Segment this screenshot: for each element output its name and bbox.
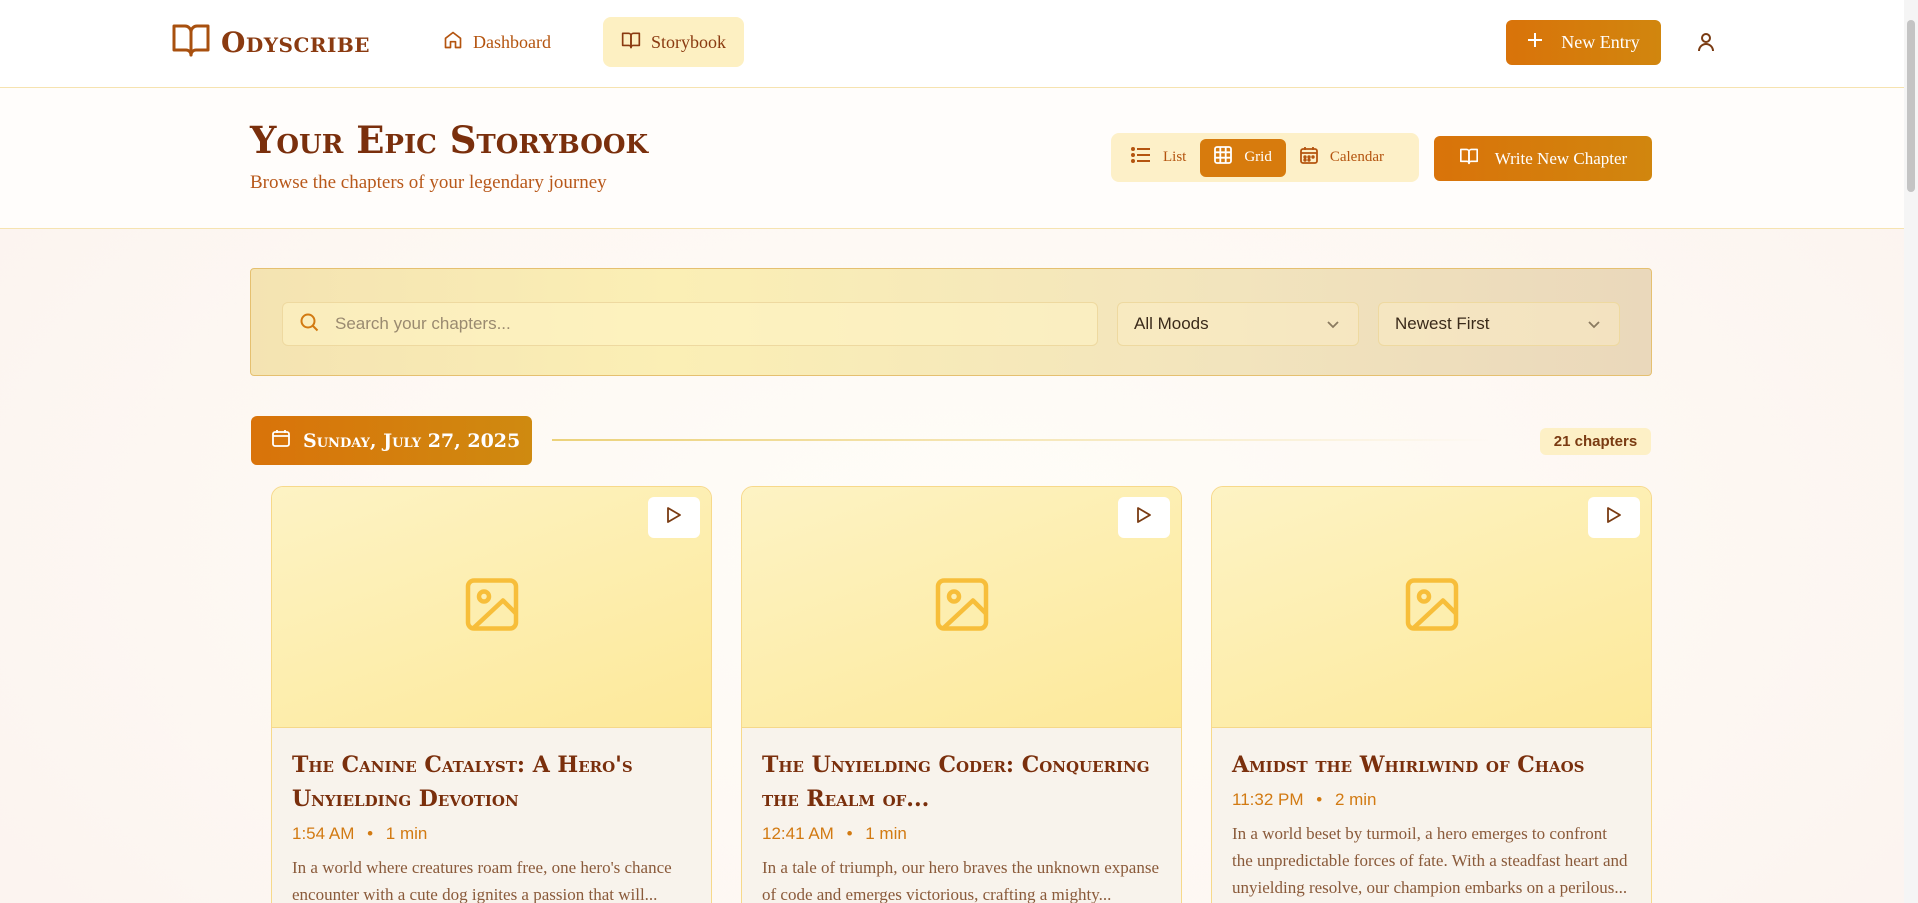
image-icon	[465, 578, 519, 637]
grid-icon	[1214, 146, 1233, 169]
scrollbar-thumb[interactable]	[1907, 20, 1915, 192]
card-meta: 11:32 PM • 2 min	[1232, 790, 1631, 810]
meta-separator: •	[846, 824, 853, 843]
search-icon	[299, 312, 319, 337]
book-open-icon	[1459, 147, 1479, 170]
play-icon	[1136, 506, 1152, 529]
mood-select[interactable]: All Moods	[1117, 302, 1359, 346]
search-input[interactable]	[335, 314, 1035, 334]
play-button[interactable]	[648, 497, 700, 538]
card-duration: 1 min	[865, 824, 907, 843]
date-group-label: Sunday, July 27, 2025	[303, 429, 521, 452]
top-nav: Odyscribe Dashboard Storybook New Entry	[0, 0, 1904, 88]
card-duration: 1 min	[385, 824, 428, 843]
open-book-icon	[171, 22, 211, 63]
page-header: Your Epic Storybook Browse the chapters …	[0, 88, 1904, 229]
sort-select[interactable]: Newest First	[1378, 302, 1620, 346]
chevron-down-icon	[1587, 314, 1601, 334]
write-new-chapter-button[interactable]: Write New Chapter	[1434, 136, 1652, 181]
chapter-card[interactable]: The Unyielding Coder: Conquering the Rea…	[741, 486, 1182, 903]
date-group-header: Sunday, July 27, 2025	[251, 416, 532, 465]
card-time: 12:41 AM	[762, 824, 834, 843]
card-time: 1:54 AM	[292, 824, 355, 843]
card-excerpt: In a world beset by turmoil, a hero emer…	[1232, 824, 1628, 897]
chapter-count-badge: 21 chapters	[1540, 428, 1651, 455]
image-icon	[1405, 578, 1459, 637]
home-icon	[443, 30, 463, 55]
chevron-down-icon	[1326, 314, 1340, 334]
view-calendar-label: Calendar	[1329, 149, 1384, 165]
view-grid-button[interactable]: Grid	[1200, 138, 1286, 177]
page-title: Your Epic Storybook	[250, 118, 649, 162]
calendar-icon	[1299, 146, 1318, 169]
user-icon	[1694, 33, 1718, 58]
view-calendar-button[interactable]: Calendar	[1286, 139, 1398, 177]
book-open-icon	[621, 30, 641, 55]
nav-storybook[interactable]: Storybook	[603, 17, 745, 67]
meta-separator: •	[367, 824, 374, 843]
sort-select-value: Newest First	[1395, 314, 1490, 333]
chapter-card[interactable]: Amidst the Whirlwind of Chaos 11:32 PM •…	[1211, 486, 1652, 903]
calendar-icon	[271, 428, 291, 453]
play-button[interactable]	[1118, 497, 1170, 538]
view-list-label: List	[1163, 149, 1187, 165]
chapter-card[interactable]: The Canine Catalyst: A Hero's Unyielding…	[271, 486, 712, 903]
filter-panel: All Moods Newest First	[250, 268, 1652, 376]
page-subtitle: Browse the chapters of your legendary jo…	[250, 172, 607, 193]
card-title: The Unyielding Coder: Conquering the Rea…	[762, 752, 1150, 812]
card-excerpt: In a world where creatures roam free, on…	[292, 858, 672, 903]
search-box[interactable]	[282, 302, 1098, 346]
divider	[552, 439, 1492, 441]
view-list-button[interactable]: List	[1117, 139, 1200, 177]
card-meta: 12:41 AM • 1 min	[762, 824, 1161, 844]
image-icon	[935, 578, 989, 637]
card-image-placeholder	[272, 487, 711, 728]
play-icon	[1606, 506, 1622, 529]
card-title: The Canine Catalyst: A Hero's Unyielding…	[292, 752, 633, 812]
plus-icon	[1527, 32, 1543, 53]
card-time: 11:32 PM	[1232, 790, 1304, 809]
nav-dashboard[interactable]: Dashboard	[425, 17, 569, 67]
write-new-chapter-label: Write New Chapter	[1494, 148, 1628, 168]
nav-dashboard-label: Dashboard	[473, 31, 551, 52]
card-image-placeholder	[742, 487, 1181, 728]
play-icon	[666, 506, 682, 529]
new-entry-button[interactable]: New Entry	[1506, 20, 1661, 65]
card-excerpt: In a tale of triumph, our hero braves th…	[762, 858, 1160, 903]
view-toggle: List Grid Calendar	[1111, 133, 1419, 182]
view-grid-label: Grid	[1244, 149, 1272, 165]
card-title: Amidst the Whirlwind of Chaos	[1232, 752, 1585, 778]
card-duration: 2 min	[1334, 790, 1377, 809]
nav-storybook-label: Storybook	[651, 31, 727, 52]
card-meta: 1:54 AM • 1 min	[292, 824, 691, 844]
list-icon	[1131, 146, 1151, 169]
logo[interactable]: Odyscribe	[171, 22, 370, 63]
play-button[interactable]	[1588, 497, 1640, 538]
user-profile-button[interactable]	[1694, 30, 1718, 54]
logo-text: Odyscribe	[221, 26, 370, 59]
scrollbar[interactable]	[1904, 0, 1918, 903]
new-entry-label: New Entry	[1561, 32, 1640, 52]
meta-separator: •	[1316, 790, 1323, 809]
mood-select-value: All Moods	[1134, 314, 1209, 333]
card-image-placeholder	[1212, 487, 1651, 728]
